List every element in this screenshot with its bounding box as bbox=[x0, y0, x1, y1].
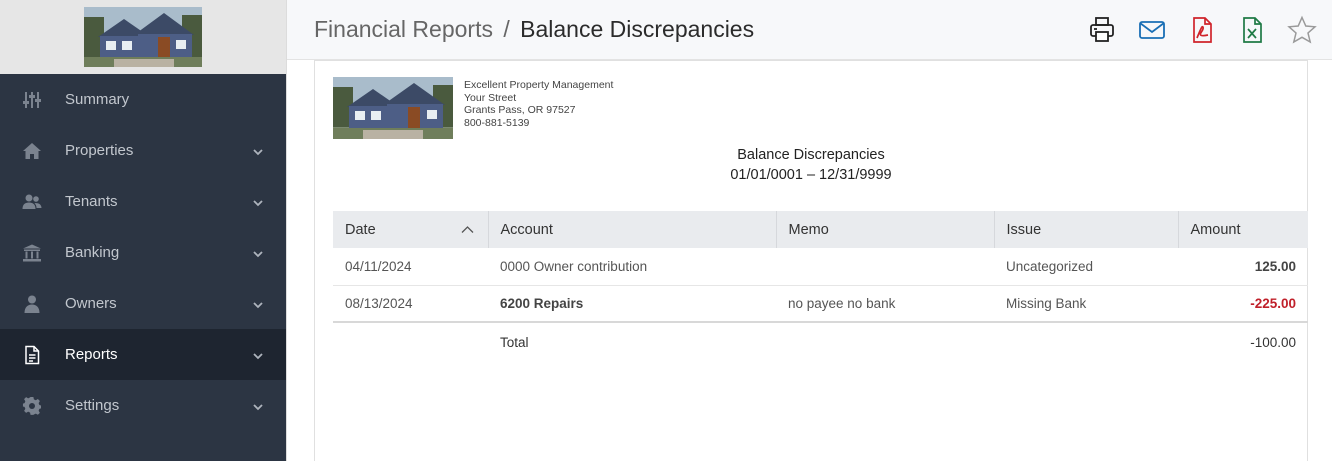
sidebar-item-banking[interactable]: Banking bbox=[0, 227, 286, 278]
company-street: Your Street bbox=[464, 91, 517, 104]
report-title: Balance Discrepancies bbox=[737, 147, 885, 163]
breadcrumb-current: Balance Discrepancies bbox=[520, 16, 755, 42]
column-header-memo[interactable]: Memo bbox=[776, 211, 995, 248]
cell-amount: 125.00 bbox=[1178, 248, 1308, 286]
cell-memo bbox=[776, 248, 994, 286]
bank-icon bbox=[20, 241, 44, 265]
breadcrumb-parent[interactable]: Financial Reports bbox=[314, 16, 493, 42]
gear-icon bbox=[20, 394, 44, 418]
company-info: Excellent Property Management Your Stree… bbox=[464, 79, 613, 139]
sidebar-item-reports[interactable]: Reports bbox=[0, 329, 286, 380]
sidebar-item-label: Owners bbox=[65, 295, 117, 312]
chevron-down-icon[interactable] bbox=[252, 349, 264, 361]
table-row[interactable]: 04/11/2024 0000 Owner contribution Uncat… bbox=[333, 248, 1308, 286]
sort-ascending-icon[interactable] bbox=[461, 223, 474, 236]
main-panel: Financial Reports / Balance Discrepancie… bbox=[286, 0, 1332, 461]
pdf-icon bbox=[1193, 16, 1212, 43]
total-spacer bbox=[776, 322, 994, 362]
page-header: Financial Reports / Balance Discrepancie… bbox=[287, 0, 1332, 60]
house-logo[interactable] bbox=[84, 7, 202, 67]
total-amount: -100.00 bbox=[1250, 335, 1296, 350]
report-content: Excellent Property Management Your Stree… bbox=[314, 60, 1308, 461]
excel-button[interactable] bbox=[1236, 14, 1268, 46]
report-date-range: 01/01/0001 – 12/31/9999 bbox=[730, 167, 892, 183]
company-logo bbox=[333, 77, 453, 139]
column-header-date[interactable]: Date bbox=[333, 211, 489, 248]
sidebar-item-summary[interactable]: Summary bbox=[0, 74, 286, 125]
report-toolbar bbox=[1086, 14, 1318, 46]
email-button[interactable] bbox=[1136, 14, 1168, 46]
column-header-issue[interactable]: Issue bbox=[994, 211, 1179, 248]
cell-issue: Missing Bank bbox=[994, 285, 1178, 323]
total-spacer bbox=[994, 322, 1178, 362]
company-phone: 800-881-5139 bbox=[464, 116, 530, 129]
sidebar-item-label: Properties bbox=[65, 142, 134, 159]
sidebar-item-properties[interactable]: Properties bbox=[0, 125, 286, 176]
cell-account[interactable]: 6200 Repairs bbox=[488, 285, 776, 323]
breadcrumb-separator: / bbox=[503, 16, 510, 42]
sidebar-item-label: Settings bbox=[65, 397, 120, 414]
breadcrumb: Financial Reports / Balance Discrepancie… bbox=[314, 16, 754, 43]
user-icon bbox=[20, 292, 44, 316]
sidebar-item-tenants[interactable]: Tenants bbox=[0, 176, 286, 227]
excel-icon bbox=[1243, 16, 1262, 43]
cell-date: 04/11/2024 bbox=[333, 248, 488, 286]
company-name: Excellent Property Management bbox=[464, 79, 614, 91]
sidebar-item-label: Tenants bbox=[65, 193, 118, 210]
sidebar-item-label: Banking bbox=[65, 244, 120, 261]
table-header-row: Date Account Memo Issue Amount bbox=[333, 211, 1308, 248]
cell-date: 08/13/2024 bbox=[333, 285, 488, 323]
chevron-down-icon[interactable] bbox=[252, 145, 264, 157]
column-header-account[interactable]: Account bbox=[488, 211, 777, 248]
chevron-down-icon[interactable] bbox=[252, 247, 264, 259]
cell-amount: -225.00 bbox=[1178, 285, 1308, 323]
cell-issue: Uncategorized bbox=[994, 248, 1178, 286]
total-label: Total bbox=[500, 335, 529, 350]
chevron-down-icon[interactable] bbox=[252, 298, 264, 310]
cell-account[interactable]: 0000 Owner contribution bbox=[488, 248, 776, 286]
document-icon bbox=[20, 343, 44, 367]
column-header-amount[interactable]: Amount bbox=[1178, 211, 1308, 248]
sliders-icon bbox=[20, 88, 44, 112]
total-spacer bbox=[333, 322, 488, 362]
print-icon bbox=[1090, 16, 1114, 42]
sidebar: Summary Properties Tenants Banking Owners Rep… bbox=[0, 0, 286, 461]
star-icon bbox=[1287, 15, 1317, 44]
email-icon bbox=[1139, 20, 1165, 39]
total-row: Total -100.00 bbox=[333, 322, 1308, 362]
table-row[interactable]: 08/13/2024 6200 Repairs no payee no bank… bbox=[333, 285, 1308, 323]
sidebar-item-settings[interactable]: Settings bbox=[0, 380, 286, 431]
logo-area bbox=[0, 0, 286, 74]
print-button[interactable] bbox=[1086, 14, 1118, 46]
sidebar-item-owners[interactable]: Owners bbox=[0, 278, 286, 329]
sidebar-item-label: Summary bbox=[65, 91, 130, 108]
chevron-down-icon[interactable] bbox=[252, 400, 264, 412]
discrepancies-table: Date Account Memo Issue Amount 04/11/202… bbox=[333, 211, 1308, 362]
home-icon bbox=[20, 139, 44, 163]
chevron-down-icon[interactable] bbox=[252, 196, 264, 208]
users-icon bbox=[20, 190, 44, 214]
sidebar-item-label: Reports bbox=[65, 346, 118, 363]
company-header: Excellent Property Management Your Stree… bbox=[333, 77, 613, 139]
pdf-button[interactable] bbox=[1186, 14, 1218, 46]
company-city: Grants Pass, OR 97527 bbox=[464, 104, 576, 116]
favorite-button[interactable] bbox=[1286, 14, 1318, 46]
cell-memo: no payee no bank bbox=[776, 285, 994, 323]
sidebar-nav: Summary Properties Tenants Banking Owners Rep… bbox=[0, 74, 286, 431]
report-title-block: Balance Discrepancies 01/01/0001 – 12/31… bbox=[315, 145, 1307, 185]
